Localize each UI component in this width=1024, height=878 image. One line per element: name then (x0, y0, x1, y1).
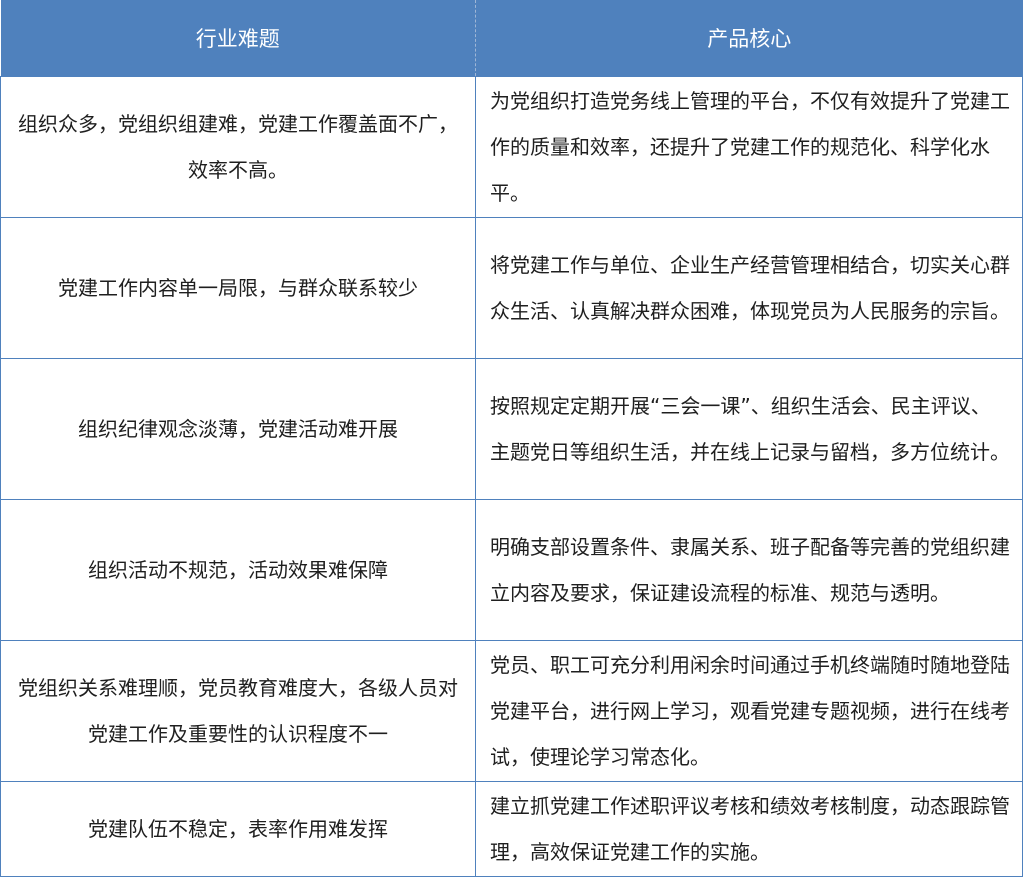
table-row: 党建工作内容单一局限，与群众联系较少 将党建工作与单位、企业生产经营管理相结合，… (0, 217, 1023, 359)
problem-cell: 党组织关系难理顺，党员教育难度大，各级人员对党建工作及重要性的认识程度不一 (0, 640, 476, 782)
header-row: 行业难题 产品核心 (0, 0, 1023, 77)
header-industry-problems: 行业难题 (0, 0, 476, 77)
table-row: 组织活动不规范，活动效果难保障 明确支部设置条件、隶属关系、班子配备等完善的党组… (0, 499, 1023, 641)
solution-cell: 明确支部设置条件、隶属关系、班子配备等完善的党组织建立内容及要求，保证建设流程的… (475, 499, 1023, 641)
table-row: 党组织关系难理顺，党员教育难度大，各级人员对党建工作及重要性的认识程度不一 党员… (0, 640, 1023, 782)
comparison-table: 行业难题 产品核心 组织众多，党组织组建难，党建工作覆盖面不广，效率不高。 为党… (0, 0, 1023, 877)
problem-cell: 组织众多，党组织组建难，党建工作覆盖面不广，效率不高。 (0, 76, 476, 218)
header-product-core: 产品核心 (475, 0, 1023, 77)
table-row: 党建队伍不稳定，表率作用难发挥 建立抓党建工作述职评议考核和绩效考核制度，动态跟… (0, 781, 1023, 877)
problem-cell: 组织纪律观念淡薄，党建活动难开展 (0, 358, 476, 500)
solution-cell: 党员、职工可充分利用闲余时间通过手机终端随时随地登陆党建平台，进行网上学习，观看… (475, 640, 1023, 782)
solution-cell: 将党建工作与单位、企业生产经营管理相结合，切实关心群众生活、认真解决群众困难，体… (475, 217, 1023, 359)
problem-cell: 党建工作内容单一局限，与群众联系较少 (0, 217, 476, 359)
table-body: 组织众多，党组织组建难，党建工作覆盖面不广，效率不高。 为党组织打造党务线上管理… (0, 76, 1023, 877)
table-row: 组织众多，党组织组建难，党建工作覆盖面不广，效率不高。 为党组织打造党务线上管理… (0, 76, 1023, 218)
solution-cell: 为党组织打造党务线上管理的平台，不仅有效提升了党建工作的质量和效率，还提升了党建… (475, 76, 1023, 218)
solution-cell: 建立抓党建工作述职评议考核和绩效考核制度，动态跟踪管理，高效保证党建工作的实施。 (475, 781, 1023, 877)
table-row: 组织纪律观念淡薄，党建活动难开展 按照规定定期开展“三会一课”、组织生活会、民主… (0, 358, 1023, 500)
problem-cell: 组织活动不规范，活动效果难保障 (0, 499, 476, 641)
solution-cell: 按照规定定期开展“三会一课”、组织生活会、民主评议、主题党日等组织生活，并在线上… (475, 358, 1023, 500)
problem-cell: 党建队伍不稳定，表率作用难发挥 (0, 781, 476, 877)
comparison-table-container: 行业难题 产品核心 组织众多，党组织组建难，党建工作覆盖面不广，效率不高。 为党… (0, 0, 1023, 877)
table-header: 行业难题 产品核心 (0, 0, 1023, 77)
